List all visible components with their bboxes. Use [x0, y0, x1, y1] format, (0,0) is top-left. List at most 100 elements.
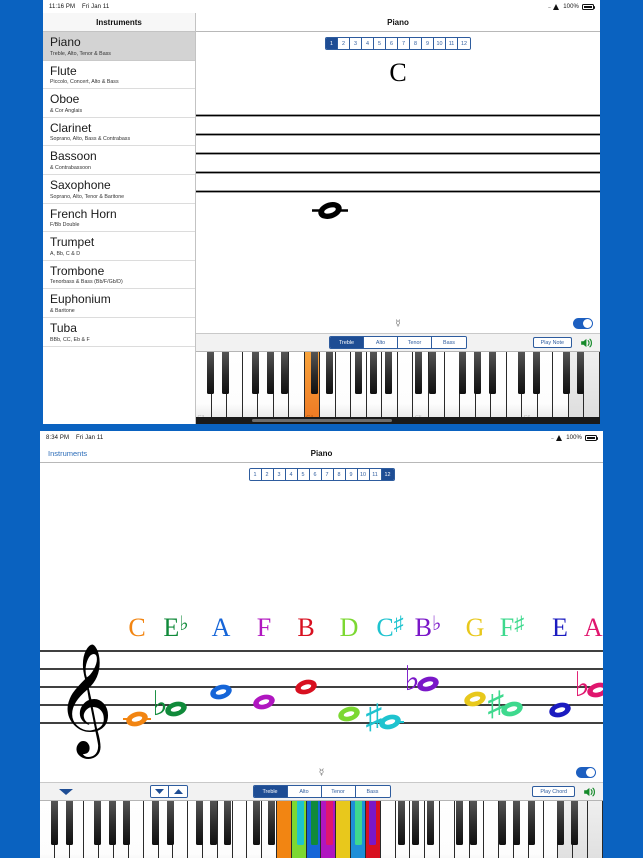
number-tab-12[interactable]: 12 — [381, 469, 394, 480]
number-tab-6[interactable]: 6 — [309, 469, 322, 480]
black-key[interactable] — [384, 352, 392, 394]
number-tab-4[interactable]: 4 — [285, 469, 298, 480]
triangle-down-icon[interactable] — [56, 786, 76, 797]
black-key[interactable] — [267, 801, 275, 845]
number-tab-11[interactable]: 11 — [446, 38, 458, 49]
number-tab-9[interactable]: 9 — [345, 469, 358, 480]
black-key[interactable] — [123, 801, 131, 845]
black-key[interactable] — [51, 801, 59, 845]
number-tab-2[interactable]: 2 — [261, 469, 274, 480]
number-tab-6[interactable]: 6 — [386, 38, 398, 49]
black-key[interactable] — [266, 352, 274, 394]
note-head-0[interactable] — [124, 709, 149, 729]
black-key[interactable] — [310, 352, 318, 394]
list-item-flute[interactable]: Flute Piccolo, Concert, Alto & Bass — [43, 60, 195, 90]
keyboard-scrollbar-top[interactable] — [196, 417, 600, 424]
list-item-trumpet[interactable]: Trumpet A, Bb, C & D — [43, 232, 195, 261]
black-key[interactable] — [108, 801, 116, 845]
play-chord-button[interactable]: Play Chord — [532, 786, 575, 797]
black-key[interactable] — [473, 352, 481, 394]
clef-segmented-control-top[interactable]: Treble Alto Tenor Bass — [329, 336, 467, 349]
black-key[interactable] — [296, 801, 304, 845]
number-tab-3[interactable]: 3 — [350, 38, 362, 49]
white-key[interactable] — [232, 801, 248, 858]
list-item-french-horn[interactable]: French Horn F/Bb Double — [43, 203, 195, 233]
black-key[interactable] — [429, 352, 437, 394]
black-key[interactable] — [152, 801, 160, 845]
black-key[interactable] — [195, 801, 203, 845]
speaker-icon[interactable] — [580, 337, 594, 349]
clef-alto[interactable]: Alto — [364, 337, 398, 348]
black-key[interactable] — [370, 352, 378, 394]
list-item-euphonium[interactable]: Euphonium & Baritone — [43, 289, 195, 318]
octave-stepper[interactable] — [150, 785, 188, 798]
black-key[interactable] — [251, 352, 259, 394]
black-key[interactable] — [412, 801, 420, 845]
list-item-oboe[interactable]: Oboe & Cor Anglais — [43, 89, 195, 118]
number-tab-10[interactable]: 10 — [357, 469, 370, 480]
white-key[interactable] — [128, 801, 144, 858]
black-key[interactable] — [458, 352, 466, 394]
number-tab-12[interactable]: 12 — [458, 38, 470, 49]
note-head-5[interactable] — [336, 704, 361, 724]
black-key[interactable] — [556, 801, 564, 845]
list-item-trombone[interactable]: Trombone Tenorbass & Bass (Bb/F/Gb/D) — [43, 260, 195, 290]
number-tab-7[interactable]: 7 — [321, 469, 334, 480]
note-head-3[interactable] — [251, 692, 276, 712]
black-key[interactable] — [311, 801, 319, 845]
number-tab-7[interactable]: 7 — [398, 38, 410, 49]
black-key[interactable] — [414, 352, 422, 394]
list-item-tuba[interactable]: Tuba BBb, CC, Eb & F — [43, 317, 195, 347]
note-head-10[interactable] — [547, 700, 572, 720]
note-head-8[interactable] — [462, 689, 487, 709]
black-key[interactable] — [532, 352, 540, 394]
black-key[interactable] — [325, 352, 333, 394]
number-tab-8[interactable]: 8 — [410, 38, 422, 49]
number-tab-8[interactable]: 8 — [333, 469, 346, 480]
clef-bass[interactable]: Bass — [432, 337, 466, 348]
stepper-down-button[interactable] — [151, 786, 169, 797]
black-key[interactable] — [571, 801, 579, 845]
black-key[interactable] — [368, 801, 376, 845]
question-mark-icon[interactable]: ☿ — [319, 767, 325, 778]
black-key[interactable] — [222, 352, 230, 394]
clef-tenor[interactable]: Tenor — [398, 337, 432, 348]
white-key[interactable]: C3 — [173, 801, 189, 858]
instruments-list[interactable]: Piano Treble, Alto, Tenor & Bass Flute P… — [43, 32, 195, 424]
staff-area-top[interactable]: C — [196, 50, 600, 314]
note-head-2[interactable] — [208, 682, 233, 702]
black-key[interactable] — [513, 801, 521, 845]
number-tab-3[interactable]: 3 — [273, 469, 286, 480]
black-key[interactable] — [577, 352, 585, 394]
sound-toggle[interactable] — [576, 767, 596, 778]
number-tab-9[interactable]: 9 — [422, 38, 434, 49]
number-tab-1[interactable]: 1 — [249, 469, 262, 480]
list-item-saxophone[interactable]: Saxophone Soprano, Alto, Tenor & Bariton… — [43, 174, 195, 204]
white-key[interactable]: C4 — [277, 801, 292, 858]
clef-treble[interactable]: Treble — [330, 337, 364, 348]
stepper-up-button[interactable] — [169, 786, 187, 797]
piano-keyboard-top[interactable]: C3 C4 C5 C6 — [196, 352, 600, 424]
clef-treble[interactable]: Treble — [253, 786, 288, 797]
number-tab-2[interactable]: 2 — [338, 38, 350, 49]
black-key[interactable] — [499, 801, 506, 845]
black-key[interactable] — [455, 801, 463, 845]
black-key[interactable] — [527, 801, 535, 845]
black-key[interactable] — [207, 352, 215, 394]
black-key[interactable] — [426, 801, 434, 845]
piano-keyboard-bottom[interactable]: C2C3C4C5C6 — [40, 801, 603, 858]
sound-toggle[interactable] — [573, 318, 593, 329]
black-key[interactable] — [470, 801, 478, 845]
play-note-button[interactable]: Play Note — [532, 337, 572, 348]
black-key[interactable] — [354, 801, 362, 845]
black-key[interactable] — [166, 801, 174, 845]
black-key[interactable] — [355, 352, 363, 394]
number-tab-4[interactable]: 4 — [362, 38, 374, 49]
list-item-clarinet[interactable]: Clarinet Soprano, Alto, Bass & Contrabas… — [43, 117, 195, 147]
black-key[interactable] — [253, 801, 261, 845]
white-key[interactable] — [439, 801, 455, 858]
clef-segmented-control-bottom[interactable]: Treble Alto Tenor Bass — [252, 785, 391, 798]
number-tab-5[interactable]: 5 — [297, 469, 310, 480]
black-key[interactable] — [94, 801, 102, 845]
clef-bass[interactable]: Bass — [355, 786, 390, 797]
